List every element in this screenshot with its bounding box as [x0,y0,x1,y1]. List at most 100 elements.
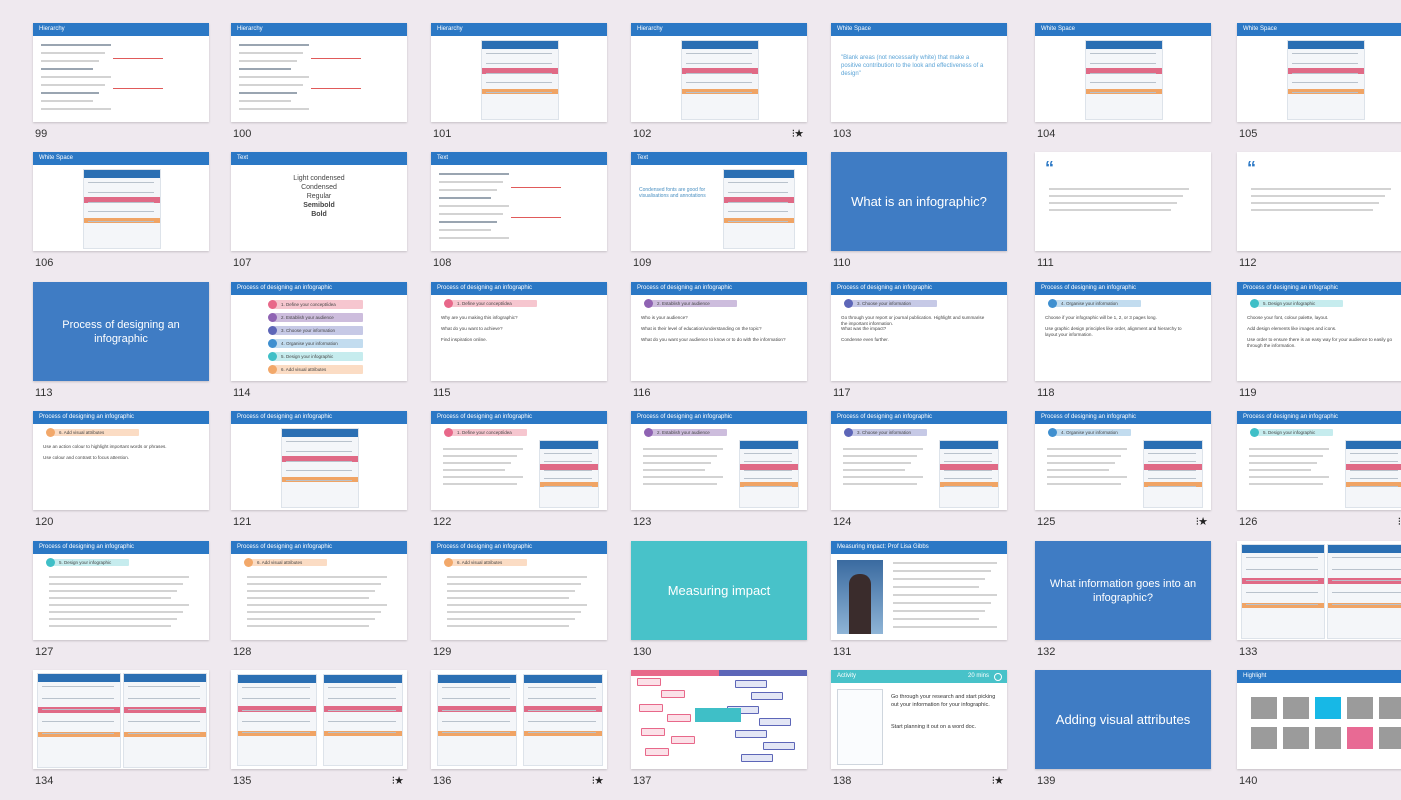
step-label: 2. Establish your audience [281,315,334,320]
slide-thumbnail[interactable]: Adding visual attributes 139 [1035,670,1211,800]
slide-preview[interactable]: Process of designing an infographic [33,282,209,381]
slide-preview[interactable] [231,670,407,769]
slide-thumbnail[interactable]: Process of designing an infographic 113 [33,282,209,412]
slide-preview[interactable]: “ [1035,152,1211,251]
slide-preview[interactable]: Process of designing an infographic 5. De… [1237,282,1401,381]
slide-thumbnail[interactable]: “ 112 [1237,152,1401,282]
slide-preview[interactable]: Hierarchy [231,23,407,122]
slide-thumbnail[interactable]: Process of designing an infographic 5. De… [33,541,209,671]
slide-preview[interactable]: Process of designing an infographic 1. De… [431,282,607,381]
text-line-placeholder [49,618,177,620]
slide-thumbnail[interactable]: Process of designing an infographic 4. Or… [1035,282,1211,412]
slide-preview[interactable]: Process of designing an infographic 4. Or… [1035,411,1211,510]
slide-thumbnail[interactable]: Hierarchy 102 ⁝★ [631,23,807,153]
slide-preview[interactable]: Hierarchy [631,23,807,122]
slide-preview[interactable]: Text Light condensed Condensed Regular Semib… [231,152,407,251]
starred-transition-icon[interactable]: ⁝★ [592,774,604,787]
slide-preview[interactable]: White Space [33,152,209,251]
slide-thumbnail[interactable]: Hierarchy 101 [431,23,607,153]
slide-thumbnail[interactable]: White Space 105 [1237,23,1401,153]
poster-text-line [686,92,752,93]
poster-banner [540,441,598,449]
attribute-tag [637,678,661,686]
slide-preview[interactable]: Process of designing an infographic 1. De… [231,282,407,381]
slide-preview[interactable]: Text Condensed fonts are good for visuali… [631,152,807,251]
slide-preview[interactable]: Process of designing an infographic 2. Es… [631,282,807,381]
slide-thumbnail[interactable]: Process of designing an infographic 4. Or… [1035,411,1211,541]
starred-transition-icon[interactable]: ⁝★ [1398,515,1401,528]
slide-preview[interactable]: Process of designing an infographic 3. Ch… [831,282,1007,381]
slide-thumbnail[interactable]: Activity 20 mins Go through your research … [831,670,1007,800]
slide-preview[interactable]: Process of designing an infographic 6. Ad… [231,541,407,640]
slide-preview[interactable]: White Space [1237,23,1401,122]
slide-preview[interactable]: Activity 20 mins Go through your research … [831,670,1007,769]
slide-thumbnail[interactable]: Hierarchy 100 [231,23,407,153]
slide-thumbnail[interactable]: Process of designing an infographic 6. Ad… [231,541,407,671]
slide-preview[interactable]: Text [431,152,607,251]
slide-thumbnail[interactable]: White Space 106 [33,152,209,282]
slide-preview[interactable] [33,670,209,769]
slide-preview[interactable]: Highlight [1237,670,1401,769]
slide-preview[interactable]: Measuring impact [631,541,807,640]
slide-thumbnail[interactable]: White Space 104 [1035,23,1211,153]
slide-thumbnail[interactable]: 134 [33,670,209,800]
slide-thumbnail[interactable]: Process of designing an infographic 3. Ch… [831,282,1007,412]
slide-preview[interactable]: Measuring impact: Prof Lisa Gibbs [831,541,1007,640]
slide-thumbnail[interactable]: Process of designing an infographic 1. De… [431,411,607,541]
slide-thumbnail[interactable]: White Space "Blank areas (not necessarily… [831,23,1007,153]
slide-preview[interactable]: Process of designing an infographic 3. Ch… [831,411,1007,510]
slide-preview[interactable]: Process of designing an infographic 2. Es… [631,411,807,510]
slide-thumbnail[interactable]: Process of designing an infographic 3. Ch… [831,411,1007,541]
starred-transition-icon[interactable]: ⁝★ [1196,515,1208,528]
slide-thumbnail[interactable]: Process of designing an infographic 2. Es… [631,411,807,541]
slide-preview[interactable]: Process of designing an infographic [231,411,407,510]
slide-thumbnail[interactable]: Text 108 [431,152,607,282]
slide-thumbnail[interactable]: Process of designing an infographic 1. De… [231,282,407,412]
slide-thumbnail[interactable]: Process of designing an infographic 6. Ad… [431,541,607,671]
slide-preview[interactable] [431,670,607,769]
slide-preview[interactable]: Hierarchy [33,23,209,122]
starred-transition-icon[interactable]: ⁝★ [792,127,804,140]
slide-thumbnail[interactable]: Measuring impact: Prof Lisa Gibbs 131 [831,541,1007,671]
slide-thumbnail[interactable]: Process of designing an infographic 121 [231,411,407,541]
slide-thumbnail[interactable]: Hierarchy 99 [33,23,209,153]
slide-preview[interactable]: Process of designing an infographic 5. De… [33,541,209,640]
slide-thumbnail[interactable]: Measuring impact 130 [631,541,807,671]
slide-thumbnail[interactable]: Highlight 140 [1237,670,1401,800]
slide-preview[interactable]: What is an infographic? [831,152,1007,251]
slide-preview[interactable]: Process of designing an infographic 5. De… [1237,411,1401,510]
slide-preview[interactable]: “ [1237,152,1401,251]
slide-preview[interactable]: Process of designing an infographic 1. De… [431,411,607,510]
slide-body: 5. Design your infographic [1237,424,1401,510]
slide-preview[interactable]: Process of designing an infographic 6. Ad… [431,541,607,640]
poster-text-line [1350,477,1398,479]
slide-thumbnail[interactable]: Process of designing an infographic 2. Es… [631,282,807,412]
slide-thumbnail[interactable]: Text Light condensed Condensed Regular Semib… [231,152,407,282]
slide-thumbnail[interactable]: Text Condensed fonts are good for visuali… [631,152,807,282]
slide-preview[interactable]: Hierarchy [431,23,607,122]
slide-thumbnail[interactable]: Process of designing an infographic 1. De… [431,282,607,412]
slide-preview[interactable]: White Space [1035,23,1211,122]
slide-thumbnail[interactable]: Process of designing an infographic 5. De… [1237,411,1401,541]
slide-preview[interactable]: Process of designing an infographic 4. Or… [1035,282,1211,381]
slide-thumbnail[interactable]: 137 [631,670,807,800]
slide-thumbnail[interactable]: Process of designing an infographic 5. De… [1237,282,1401,412]
infographic-poster-thumbnail [1327,544,1401,639]
starred-transition-icon[interactable]: ⁝★ [392,774,404,787]
slide-thumbnail[interactable]: 135 ⁝★ [231,670,407,800]
slide-thumbnail[interactable]: What is an infographic? 110 [831,152,1007,282]
slide-thumbnail[interactable]: What information goes into an infographi… [1035,541,1211,671]
slide-preview[interactable]: White Space "Blank areas (not necessarily… [831,23,1007,122]
slide-preview[interactable] [631,670,807,769]
slide-preview[interactable] [1237,541,1401,640]
poster-text-line [328,698,396,700]
slide-preview[interactable]: What information goes into an infographi… [1035,541,1211,640]
text-line-placeholder [893,562,997,564]
slide-thumbnail[interactable]: “ 111 [1035,152,1211,282]
slide-thumbnail[interactable]: 136 ⁝★ [431,670,607,800]
slide-preview[interactable]: Adding visual attributes [1035,670,1211,769]
starred-transition-icon[interactable]: ⁝★ [992,774,1004,787]
slide-thumbnail[interactable]: Process of designing an infographic 6. Ad… [33,411,209,541]
slide-thumbnail[interactable]: 133 [1237,541,1401,671]
slide-preview[interactable]: Process of designing an infographic 6. Ad… [33,411,209,510]
